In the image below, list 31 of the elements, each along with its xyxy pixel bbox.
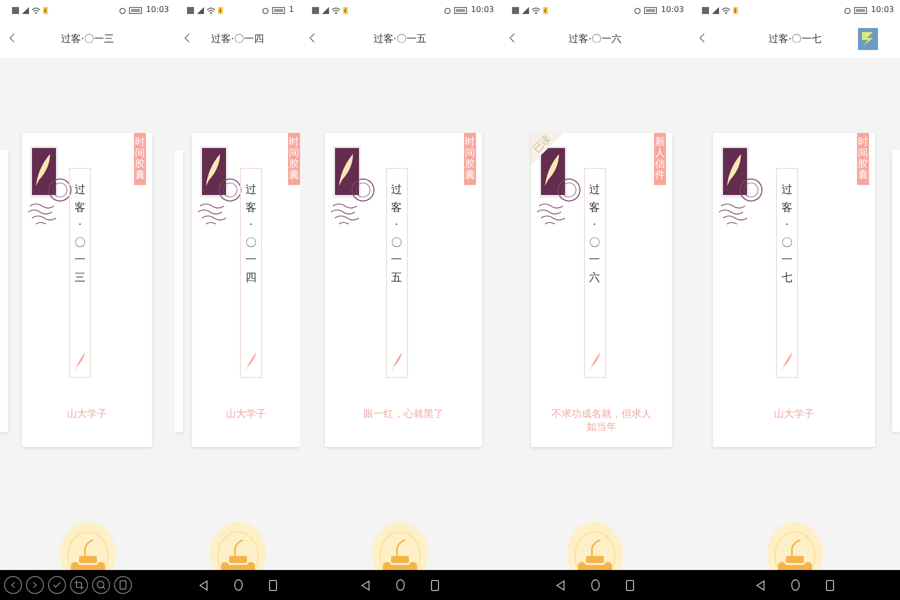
status-time: 10:03: [146, 6, 169, 14]
letter-title: 过客·〇一三: [74, 182, 86, 286]
letter-title: 过客·〇一六: [589, 182, 600, 286]
page-title: 过客·〇一四: [210, 32, 264, 46]
status-time: 10:03: [660, 6, 684, 14]
category-tag: 时间胶囊: [288, 133, 300, 185]
page-title: 过客·〇一三: [60, 32, 114, 46]
read-ribbon: 已读: [531, 133, 563, 165]
letter-card[interactable]: 时间胶囊 过客·〇一五 眼一红，心就黑了: [325, 133, 482, 447]
category-tag: 时间胶囊: [464, 133, 476, 185]
letter-title: 过客·〇一七: [782, 182, 792, 286]
category-tag: 时间胶囊: [134, 133, 146, 185]
status-time: 1: [288, 6, 294, 14]
category-tag: 时间胶囊: [857, 133, 869, 185]
status-time: 10:03: [870, 6, 894, 14]
signature-text: 山大学子: [66, 409, 108, 422]
letter-title: 过客·〇一四: [246, 182, 256, 286]
page-title: 过客·〇一六: [568, 32, 622, 46]
letter-title: 过客·〇一五: [391, 182, 402, 286]
signature-text: 眼一红，心就黑了: [362, 409, 444, 422]
signature-text: 山大学子: [225, 409, 267, 422]
letter-card[interactable]: 时间胶囊 过客·〇一四 山大学子: [192, 133, 300, 447]
letter-card[interactable]: 已读 新人信件 过客·〇一六 不求功成名就，但求人如当年: [531, 133, 672, 447]
signature-text: 不求功成名就，但求人如当年: [550, 409, 652, 434]
category-tag: 新人信件: [654, 133, 666, 185]
page-title: 过客·〇一七: [768, 32, 822, 46]
page-title: 过客·〇一五: [373, 32, 427, 46]
status-time: 10:03: [470, 6, 494, 14]
letter-card[interactable]: 时间胶囊 过客·〇一三 山大学子: [22, 133, 152, 447]
letter-card[interactable]: 时间胶囊 过客·〇一七 山大学子: [713, 133, 875, 447]
signature-text: 山大学子: [773, 409, 815, 422]
